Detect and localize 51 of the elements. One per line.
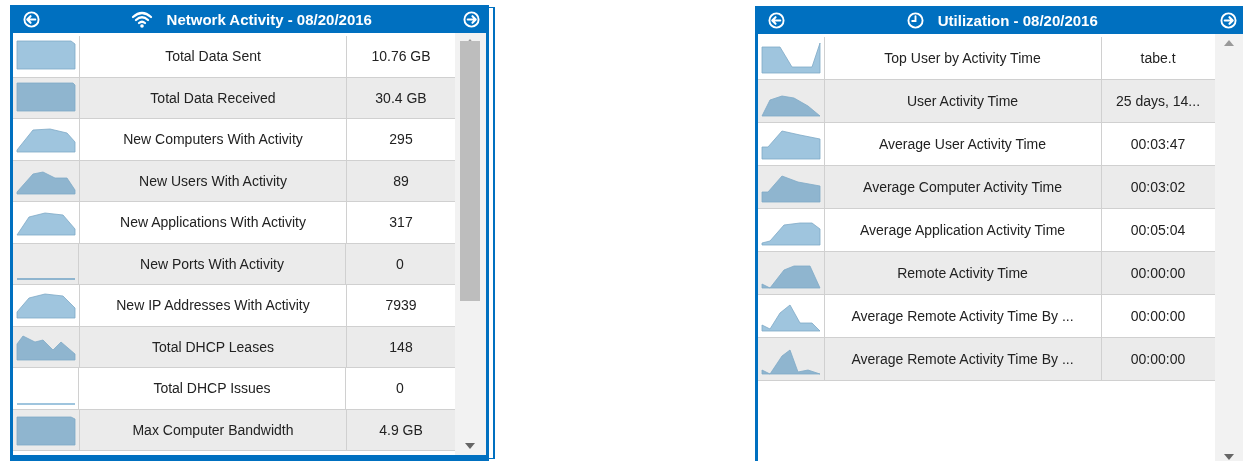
metric-label: New IP Addresses With Activity: [80, 285, 347, 326]
metric-label: Total DHCP Leases: [80, 326, 347, 367]
panel-title: Network Activity - 08/20/2016: [166, 10, 372, 28]
scroll-down-icon[interactable]: [465, 443, 476, 449]
metric-value: 317: [388, 213, 414, 233]
sparkline-chart: [759, 41, 822, 75]
metric-value: tabe.t: [1139, 49, 1177, 68]
wifi-icon: [130, 10, 153, 28]
metric-label: Total Data Received: [80, 77, 347, 118]
metric-value: 25 days, 14...: [1115, 92, 1202, 111]
metric-label: User Activity Time: [824, 80, 1102, 122]
metric-value: 148: [388, 337, 414, 357]
metric-value: 7939: [384, 296, 418, 316]
metric-value: 00:03:02: [1129, 178, 1187, 197]
metric-label: New Computers With Activity: [80, 119, 347, 160]
scrollbar[interactable]: [1214, 34, 1243, 461]
metric-label: Top User by Activity Time: [824, 37, 1102, 79]
metric-value: 4.9 GB: [378, 420, 424, 440]
metric-label: New Applications With Activity: [80, 202, 347, 243]
metric-label: Total Data Sent: [80, 36, 347, 77]
metric-value: 00:00:00: [1129, 264, 1187, 283]
sparkline-chart: [14, 402, 77, 405]
metric-label: Average User Activity Time: [824, 123, 1102, 165]
metric-label: Average Application Activity Time: [824, 209, 1102, 251]
metric-label: Total DHCP Issues: [79, 368, 346, 409]
metric-value: 0: [395, 254, 405, 274]
panel-title: Utilization - 08/20/2016: [937, 11, 1098, 29]
clock-icon: [906, 11, 924, 29]
metric-value: 10.76 GB: [370, 47, 432, 67]
metric-value: 00:00:00: [1129, 307, 1187, 326]
scrollbar[interactable]: [455, 33, 486, 455]
scroll-down-icon[interactable]: [1223, 454, 1234, 460]
metric-value: 89: [392, 171, 410, 191]
metric-value: 295: [388, 130, 414, 150]
metric-label: New Ports With Activity: [79, 243, 346, 284]
metric-value: 00:03:47: [1129, 135, 1187, 154]
metric-label: New Users With Activity: [80, 160, 347, 201]
scroll-thumb[interactable]: [460, 41, 481, 301]
sparkline-chart: [759, 127, 822, 161]
metric-label: Max Computer Bandwidth: [80, 409, 347, 450]
metric-label: Average Computer Activity Time: [824, 166, 1102, 208]
metric-label: Average Remote Activity Time By ...: [824, 295, 1102, 337]
sparkline-chart: [15, 80, 77, 115]
metric-label: Remote Activity Time: [824, 252, 1102, 294]
metric-label: Average Remote Activity Time By ...: [824, 338, 1102, 380]
metric-value: 00:00:00: [1129, 350, 1187, 369]
metric-value: 0: [395, 379, 405, 399]
metric-value: 30.4 GB: [374, 88, 428, 108]
scroll-up-icon[interactable]: [1223, 40, 1234, 46]
sparkline-chart: [14, 278, 77, 280]
metric-value: 00:05:04: [1129, 221, 1187, 240]
